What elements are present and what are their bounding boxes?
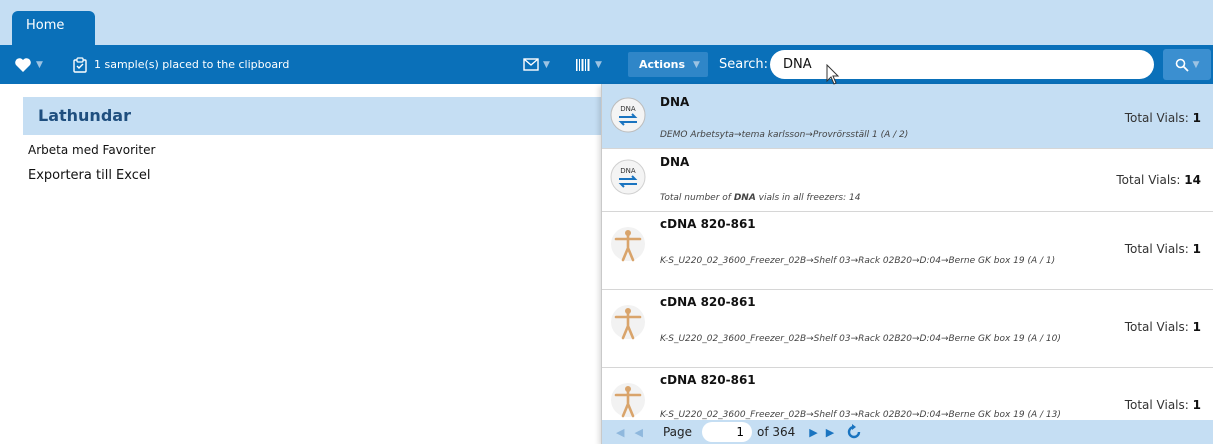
human-body-icon <box>611 305 645 340</box>
mouse-cursor-icon <box>826 64 840 85</box>
toolbar: ▼ 1 sample(s) placed to the clipboard ▼ … <box>0 45 1213 84</box>
result-item[interactable]: cDNA 820-861 K-S_U220_02_3600_Freezer_02… <box>602 212 1213 290</box>
clipboard-text: 1 sample(s) placed to the clipboard <box>94 58 290 71</box>
result-item[interactable]: DNA DNA Total number of DNA vials in all… <box>602 149 1213 212</box>
result-title: cDNA 820-861 <box>660 373 756 387</box>
chevron-down-icon: ▼ <box>1192 59 1200 70</box>
actions-label: Actions <box>639 58 685 71</box>
result-subtitle: Total number of DNA vials in all freezer… <box>660 193 861 203</box>
search-icon <box>1175 58 1189 72</box>
barcode-button[interactable]: ▼ <box>575 51 619 78</box>
pager: ◀ ◀ Page of 364 ▶ ▶ <box>602 420 1213 444</box>
result-title: DNA <box>660 95 690 109</box>
result-vials: Total Vials: 1 <box>1124 398 1201 412</box>
result-title: cDNA 820-861 <box>660 217 756 231</box>
page-count: of 364 <box>757 425 796 439</box>
result-title: DNA <box>660 155 690 169</box>
search-label: Search: <box>719 57 769 72</box>
barcode-icon <box>576 58 590 71</box>
svg-text:DNA: DNA <box>620 167 636 175</box>
next-page-icon[interactable]: ▶ <box>809 426 817 439</box>
clipboard-icon <box>73 56 87 73</box>
heart-icon <box>15 57 31 72</box>
chevron-down-icon: ▼ <box>693 59 700 70</box>
clipboard-status[interactable]: 1 sample(s) placed to the clipboard <box>72 51 332 78</box>
search-button[interactable]: ▼ <box>1163 49 1211 80</box>
mail-icon <box>523 58 539 71</box>
link-export-excel[interactable]: Exportera till Excel <box>28 168 151 183</box>
chevron-down-icon: ▼ <box>543 59 550 70</box>
result-vials: Total Vials: 1 <box>1124 320 1201 334</box>
result-subtitle: DEMO Arbetsyta→tema karlsson→Provrörsstä… <box>660 130 909 140</box>
svg-text:DNA: DNA <box>620 105 636 113</box>
link-favorites[interactable]: Arbeta med Favoriter <box>28 143 155 157</box>
actions-menu-button[interactable]: Actions ▼ <box>628 52 708 77</box>
result-vials: Total Vials: 1 <box>1124 242 1201 256</box>
prev-page-icon[interactable]: ◀ <box>634 426 642 439</box>
refresh-icon[interactable] <box>846 424 862 440</box>
human-body-icon <box>611 383 645 418</box>
page-input[interactable] <box>702 422 752 442</box>
result-item[interactable]: DNA DNA DEMO Arbetsyta→tema karlsson→Pro… <box>602 84 1213 149</box>
email-button[interactable]: ▼ <box>523 51 563 78</box>
page-label: Page <box>662 425 692 439</box>
tab-strip: Home <box>0 0 1213 45</box>
panel-header: Lathundar <box>23 97 613 135</box>
result-vials: Total Vials: 14 <box>1116 173 1201 187</box>
first-page-icon[interactable]: ◀ <box>616 426 624 439</box>
human-body-icon <box>611 227 645 262</box>
last-page-icon[interactable]: ▶ <box>826 426 834 439</box>
dna-icon: DNA <box>610 97 646 133</box>
result-vials: Total Vials: 1 <box>1124 111 1201 125</box>
result-subtitle: K-S_U220_02_3600_Freezer_02B→Shelf 03→Ra… <box>660 334 1061 344</box>
result-item[interactable]: cDNA 820-861 K-S_U220_02_3600_Freezer_02… <box>602 290 1213 368</box>
chevron-down-icon: ▼ <box>595 59 602 70</box>
result-title: cDNA 820-861 <box>660 295 756 309</box>
chevron-down-icon: ▼ <box>36 59 43 70</box>
result-subtitle: K-S_U220_02_3600_Freezer_02B→Shelf 03→Ra… <box>660 256 1056 266</box>
favorites-button[interactable]: ▼ <box>14 51 62 78</box>
dna-icon: DNA <box>610 159 646 195</box>
tab-home[interactable]: Home <box>12 11 95 45</box>
search-results-dropdown: DNA DNA DEMO Arbetsyta→tema karlsson→Pro… <box>601 84 1213 444</box>
